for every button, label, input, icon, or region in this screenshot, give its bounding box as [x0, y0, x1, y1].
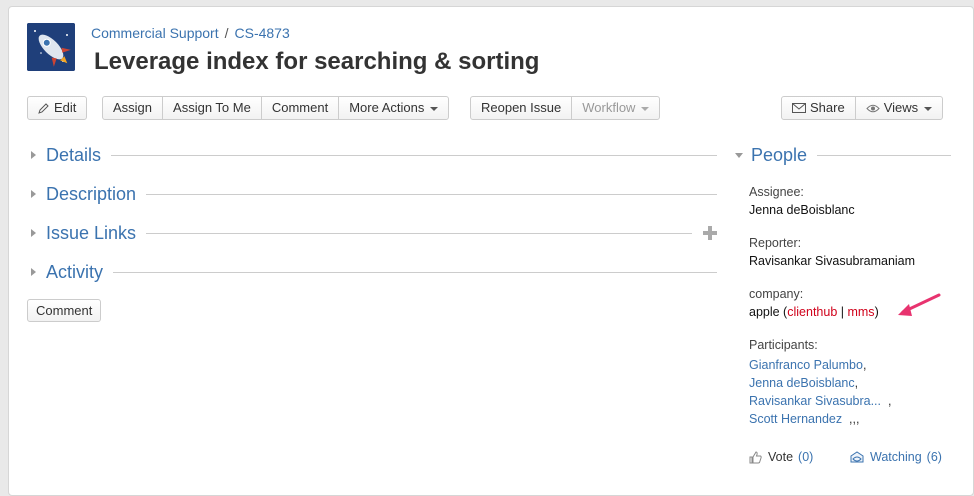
watching-label[interactable]: Watching: [870, 450, 922, 464]
description-section-header[interactable]: Description: [27, 182, 717, 206]
edit-button-group: Edit: [27, 96, 88, 120]
watching-count[interactable]: (6): [927, 450, 942, 464]
edit-button[interactable]: Edit: [28, 97, 86, 119]
comment-toolbar-button[interactable]: Comment: [262, 97, 340, 119]
assign-button-group: Assign Assign To Me Comment More Actions: [102, 96, 450, 120]
assign-to-me-button[interactable]: Assign To Me: [163, 97, 262, 119]
reporter-value[interactable]: Ravisankar Sivasubramaniam: [749, 254, 959, 268]
chevron-down-icon: [924, 107, 933, 111]
rocket-avatar-icon: [27, 23, 75, 71]
breadcrumb-issue-key-link[interactable]: CS-4873: [235, 25, 290, 41]
activity-section-header[interactable]: Activity: [27, 260, 717, 284]
comment-button[interactable]: Comment: [27, 299, 102, 322]
participant-link[interactable]: Ravisankar Sivasubra...: [749, 394, 881, 408]
activity-section-title: Activity: [46, 261, 104, 282]
company-separator: |: [837, 305, 848, 319]
participant-link[interactable]: Scott Hernandez: [749, 412, 842, 426]
vote-count[interactable]: (0): [798, 450, 813, 464]
expand-triangle-icon: [31, 190, 36, 198]
share-views-button-group: Share Views: [781, 96, 944, 120]
issue-title: Leverage index for searching & sorting: [94, 48, 540, 75]
people-section-header[interactable]: People: [733, 143, 951, 167]
section-divider: [111, 154, 717, 156]
list-item: Jenna deBoisblanc,: [749, 374, 959, 392]
assign-button[interactable]: Assign: [103, 97, 164, 119]
workflow-button-group: Reopen Issue Workflow: [470, 96, 661, 120]
section-divider: [146, 193, 717, 195]
company-name: apple (: [749, 305, 788, 319]
collapse-triangle-icon: [735, 152, 743, 158]
list-item: Ravisankar Sivasubra... ,: [749, 392, 959, 410]
breadcrumb-separator: /: [224, 25, 229, 41]
details-section-header[interactable]: Details: [27, 143, 717, 167]
expand-triangle-icon: [31, 229, 36, 237]
chevron-down-icon: [430, 107, 439, 111]
participant-link[interactable]: Jenna deBoisblanc: [749, 376, 855, 390]
participants-list: Gianfranco Palumbo, Jenna deBoisblanc, R…: [749, 356, 959, 428]
project-avatar[interactable]: [27, 23, 75, 71]
chevron-down-icon: [641, 107, 650, 111]
issue-links-section-header[interactable]: Issue Links: [27, 221, 692, 245]
more-actions-button[interactable]: More Actions: [339, 97, 448, 119]
edit-button-label: Edit: [54, 100, 77, 115]
workflow-button[interactable]: Workflow: [572, 97, 659, 119]
thumbs-up-icon: [749, 450, 762, 464]
assignee-value[interactable]: Jenna deBoisblanc: [749, 203, 959, 217]
vote-label: Vote: [768, 450, 794, 464]
plus-icon[interactable]: [703, 226, 717, 240]
eye-icon: [866, 104, 880, 113]
participant-separator: ,: [881, 394, 892, 408]
pencil-icon: [38, 102, 49, 114]
issue-links-section-title: Issue Links: [46, 222, 137, 243]
annotation-arrow-icon: [898, 293, 941, 316]
section-divider: [817, 154, 951, 156]
description-section-title: Description: [46, 183, 137, 204]
participant-link[interactable]: Gianfranco Palumbo: [749, 358, 863, 372]
company-close-paren: ): [874, 305, 879, 319]
mms-link[interactable]: mms: [847, 305, 874, 319]
participant-separator: ,: [862, 358, 867, 372]
envelope-icon: [792, 103, 806, 113]
views-label: Views: [883, 100, 919, 115]
breadcrumb: Commercial Support / CS-4873: [91, 25, 290, 41]
people-section-title: People: [751, 144, 808, 165]
participant-separator: ,: [854, 376, 859, 390]
workflow-label: Workflow: [582, 100, 636, 115]
vote-link[interactable]: Vote (0): [749, 450, 813, 464]
watching-link[interactable]: Watching (6): [850, 450, 942, 464]
watch-eye-icon: [850, 451, 864, 463]
share-button[interactable]: Share: [782, 97, 856, 119]
expand-triangle-icon: [31, 151, 36, 159]
share-label: Share: [810, 100, 845, 115]
participants-label: Participants:: [749, 338, 818, 352]
section-divider: [113, 271, 717, 273]
reporter-label: Reporter:: [749, 236, 802, 250]
details-section-title: Details: [46, 144, 102, 165]
more-actions-label: More Actions: [349, 100, 425, 115]
section-divider: [146, 232, 692, 234]
reopen-issue-button[interactable]: Reopen Issue: [471, 97, 573, 119]
clienthub-link[interactable]: clienthub: [787, 305, 837, 319]
list-item: Scott Hernandez ,,,: [749, 410, 959, 428]
participant-separator: ,,,: [842, 412, 860, 426]
expand-triangle-icon: [31, 268, 36, 276]
views-button[interactable]: Views: [856, 97, 942, 119]
breadcrumb-project-link[interactable]: Commercial Support: [91, 25, 219, 41]
list-item: Gianfranco Palumbo,: [749, 356, 959, 374]
assignee-label: Assignee:: [749, 185, 804, 199]
